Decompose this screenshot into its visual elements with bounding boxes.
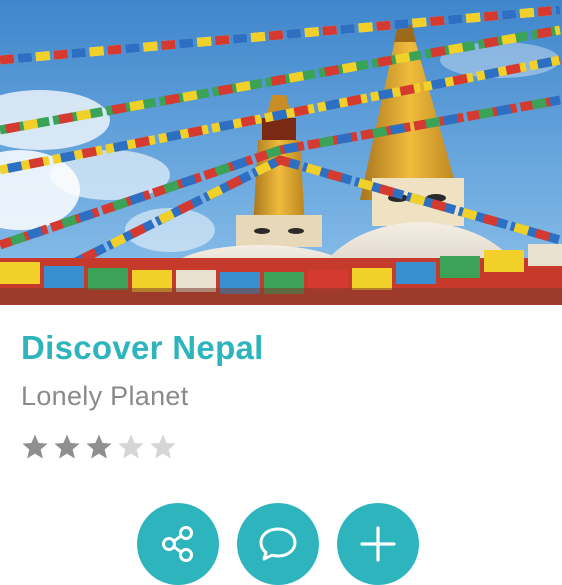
star-filled-icon (22, 434, 48, 459)
plus-icon (360, 526, 396, 562)
hero-image (0, 0, 562, 305)
card-subtitle: Lonely Planet (21, 381, 189, 411)
share-icon (162, 526, 193, 562)
share-button[interactable] (137, 503, 219, 585)
star-empty-icon (150, 434, 176, 459)
add-button[interactable] (337, 503, 419, 585)
comment-button[interactable] (237, 503, 319, 585)
comment-icon (259, 527, 297, 561)
star-filled-icon (54, 434, 80, 459)
star-rating (21, 433, 177, 463)
destination-card[interactable]: Discover Nepal Lonely Planet (0, 0, 562, 585)
stupa-prayer-flags-illustration (0, 0, 562, 305)
star-empty-icon (118, 434, 144, 459)
star-filled-icon (86, 434, 112, 459)
card-actions (137, 503, 419, 585)
card-title: Discover Nepal (21, 329, 264, 366)
